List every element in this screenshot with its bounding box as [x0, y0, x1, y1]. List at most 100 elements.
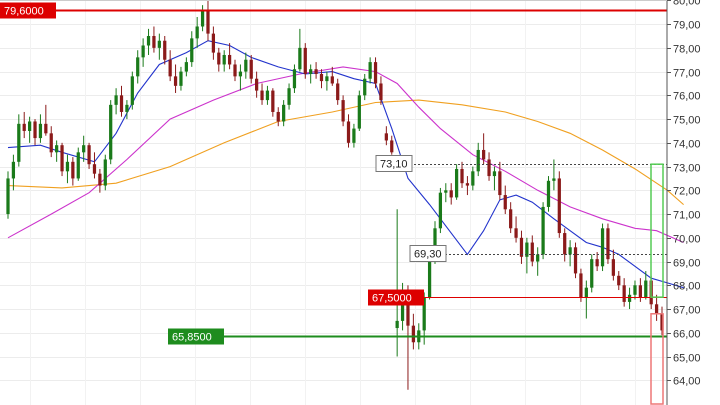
- y-tick-label: 73,00: [673, 163, 701, 175]
- candle-body: [38, 123, 43, 139]
- candle: [109, 100, 113, 165]
- candle-body: [276, 111, 280, 122]
- candle: [411, 313, 415, 350]
- candle-body: [222, 54, 226, 65]
- candle-body: [98, 173, 102, 186]
- candle-body: [444, 190, 448, 193]
- candle-body: [163, 40, 167, 60]
- candle: [303, 43, 307, 79]
- candle-body: [44, 123, 48, 134]
- candle-body: [244, 59, 248, 72]
- candle: [395, 209, 399, 357]
- candle-body: [552, 178, 556, 181]
- candle-body: [125, 104, 129, 112]
- candle-body: [173, 76, 178, 86]
- candle-body: [590, 259, 594, 288]
- candle: [357, 90, 361, 131]
- y-tick-label: 80,00: [673, 0, 701, 8]
- y-tick-label: 78,00: [673, 44, 701, 56]
- candle-body: [519, 237, 524, 257]
- y-tick-label: 69,00: [673, 258, 701, 270]
- candle-body: [76, 152, 80, 179]
- candle-body: [471, 171, 475, 186]
- candle: [487, 152, 491, 181]
- candle-body: [65, 161, 70, 172]
- candle: [76, 147, 80, 181]
- candle: [460, 161, 464, 188]
- candle: [71, 157, 75, 186]
- price-flags: 79,6000 67,5000 65,8500 73,10 69,30: [0, 2, 447, 345]
- candle: [17, 114, 21, 167]
- candle: [352, 123, 356, 148]
- candle: [141, 38, 145, 67]
- y-tick-label: 79,00: [673, 20, 701, 32]
- candle: [168, 50, 172, 82]
- candle: [584, 280, 588, 319]
- candle: [536, 247, 540, 276]
- candle: [119, 85, 124, 117]
- candle: [276, 107, 280, 127]
- candle-body: [373, 62, 378, 84]
- y-tick-label: 71,00: [673, 210, 701, 222]
- candle-body: [92, 164, 97, 174]
- candle-body: [49, 133, 53, 153]
- candle: [65, 154, 70, 184]
- candle: [173, 64, 178, 93]
- candle-body: [33, 121, 37, 139]
- candle: [195, 16, 199, 48]
- candle-body: [454, 168, 459, 198]
- candle-body: [168, 59, 172, 77]
- candle-body: [627, 294, 632, 302]
- candle-body: [211, 33, 216, 53]
- candle-body: [568, 247, 572, 255]
- candle: [390, 135, 394, 155]
- candle: [509, 202, 513, 234]
- candle: [260, 83, 264, 105]
- candle-body: [200, 9, 205, 27]
- candle: [255, 71, 259, 98]
- candle: [471, 166, 475, 191]
- candle-body: [336, 83, 340, 101]
- candle: [217, 47, 221, 72]
- candle: [449, 183, 453, 205]
- candle: [503, 185, 507, 215]
- candle: [336, 78, 340, 105]
- candle-body: [541, 206, 545, 255]
- candle-body: [206, 9, 210, 34]
- candle-body: [427, 256, 432, 298]
- candle: [271, 88, 275, 117]
- candle: [49, 126, 53, 158]
- candle: [454, 164, 459, 200]
- candles: [6, 0, 664, 390]
- candle: [233, 59, 237, 82]
- y-tick-label: 74,00: [673, 139, 701, 151]
- candle: [179, 66, 183, 91]
- resistance-high-label: 79,6000: [4, 6, 44, 18]
- candle: [292, 64, 297, 93]
- candle-body: [465, 183, 470, 186]
- candle: [492, 166, 497, 191]
- candle-body: [579, 273, 583, 298]
- level-high-box: 73,10: [375, 155, 413, 172]
- candle-body: [644, 280, 648, 298]
- candle: [211, 26, 216, 60]
- candle-body: [271, 90, 275, 112]
- candle-body: [557, 178, 561, 234]
- candle-body: [136, 57, 140, 77]
- candle-body: [303, 47, 307, 74]
- candle-body: [573, 247, 578, 274]
- candle-body: [633, 285, 637, 295]
- candle-body: [379, 83, 383, 101]
- candle: [633, 280, 637, 300]
- candle-body: [476, 149, 480, 172]
- candle: [184, 57, 188, 77]
- candle-body: [492, 171, 497, 177]
- candle-body: [503, 195, 507, 210]
- candle-body: [438, 192, 443, 229]
- candle: [476, 142, 480, 177]
- candle: [563, 228, 567, 262]
- candle-body: [260, 90, 264, 101]
- resistance-mid-label: 67,5000: [372, 293, 412, 305]
- candle: [590, 254, 594, 293]
- candle: [38, 114, 43, 143]
